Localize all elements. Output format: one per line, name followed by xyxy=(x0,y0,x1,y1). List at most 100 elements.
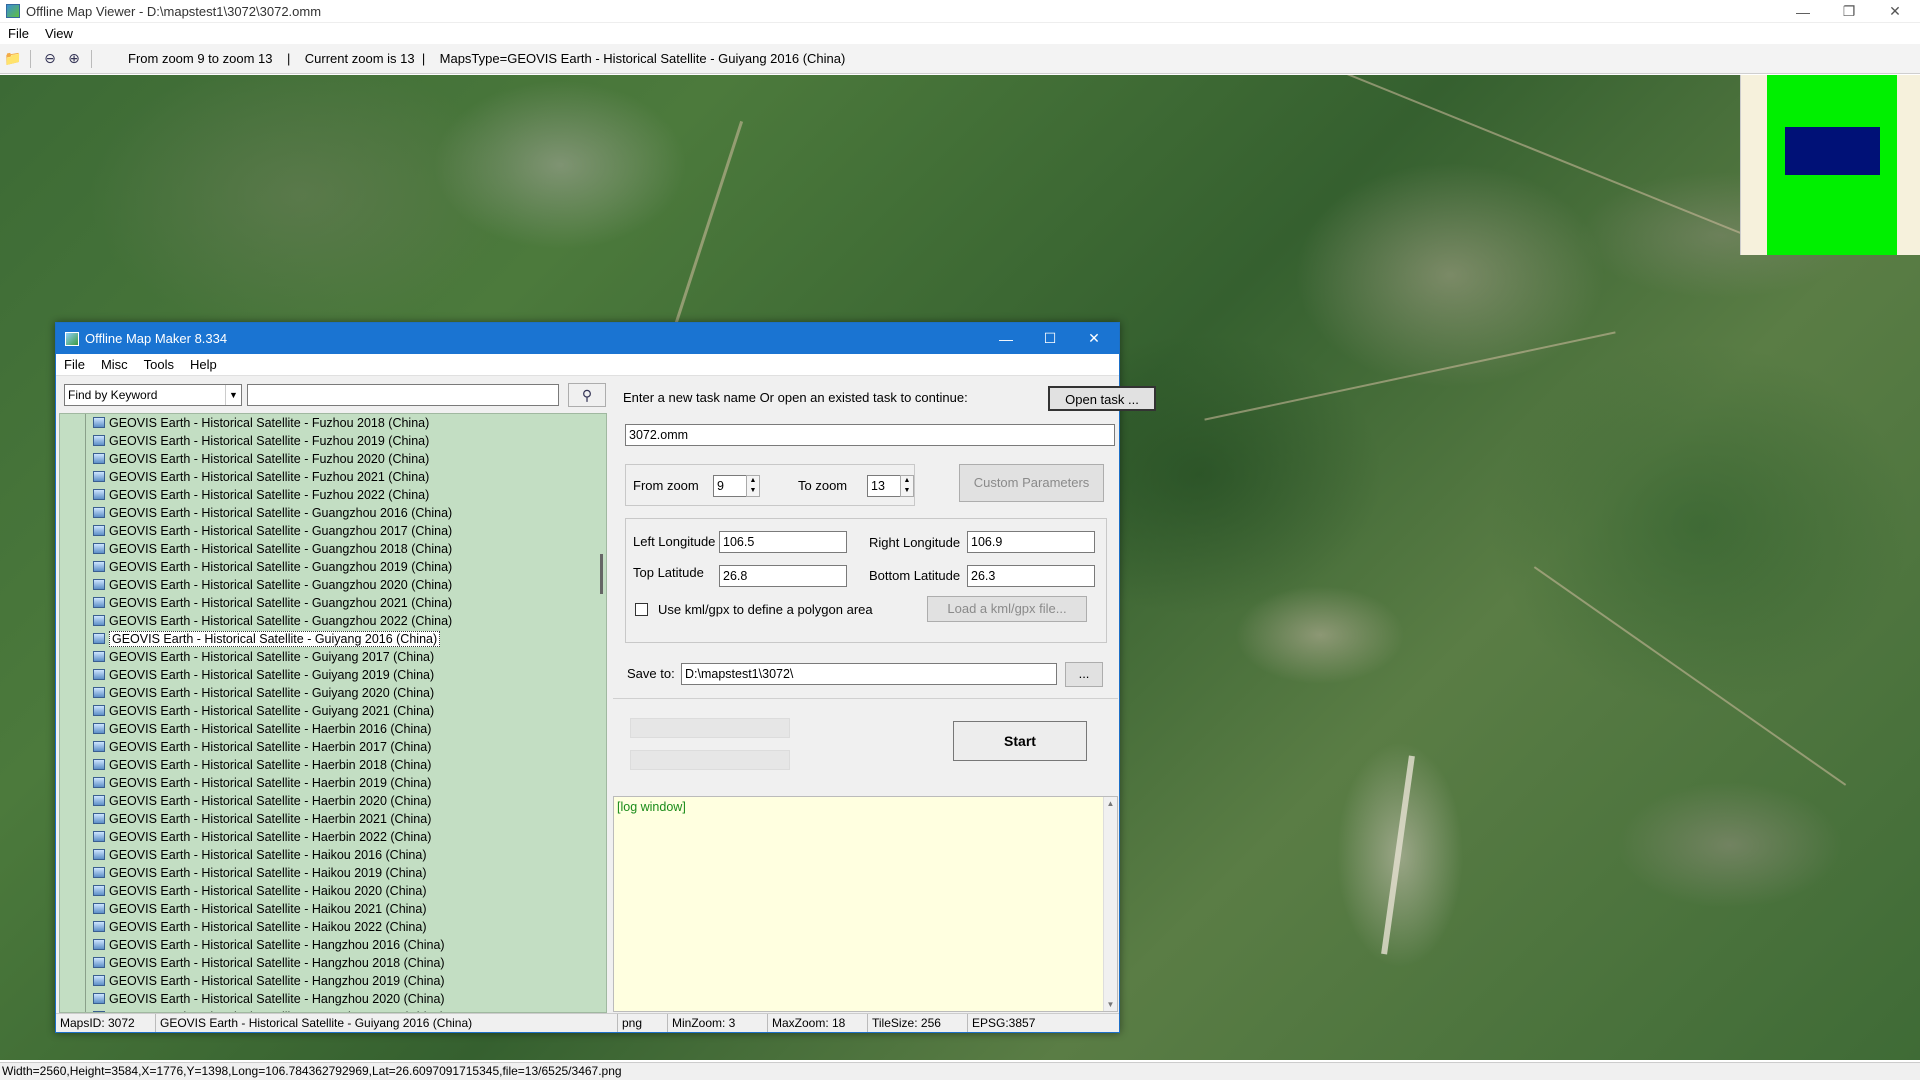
tree-item[interactable]: GEOVIS Earth - Historical Satellite - Ha… xyxy=(60,882,606,900)
tree-item[interactable]: GEOVIS Earth - Historical Satellite - Ha… xyxy=(60,864,606,882)
left-longitude-field[interactable]: 106.5 xyxy=(719,531,847,553)
dialog-close-icon[interactable]: ✕ xyxy=(1072,323,1116,354)
tree-item[interactable]: GEOVIS Earth - Historical Satellite - Ha… xyxy=(60,810,606,828)
browse-button[interactable]: ... xyxy=(1065,662,1103,687)
dialog-menu-misc[interactable]: Misc xyxy=(93,357,136,372)
tree-item[interactable]: GEOVIS Earth - Historical Satellite - Gu… xyxy=(60,522,606,540)
tree-item[interactable]: GEOVIS Earth - Historical Satellite - Gu… xyxy=(60,684,606,702)
open-task-button[interactable]: Open task ... xyxy=(1048,386,1156,411)
from-zoom-stepper[interactable]: ▲ ▼ xyxy=(746,475,760,497)
tree-item[interactable]: GEOVIS Earth - Historical Satellite - Ha… xyxy=(60,774,606,792)
tree-item[interactable]: GEOVIS Earth - Historical Satellite - Fu… xyxy=(60,414,606,432)
tree-item[interactable]: GEOVIS Earth - Historical Satellite - Gu… xyxy=(60,558,606,576)
dialog-menu-help[interactable]: Help xyxy=(182,357,225,372)
tree-guide-line xyxy=(85,540,86,558)
tree-item-label: GEOVIS Earth - Historical Satellite - Ha… xyxy=(109,974,445,988)
to-zoom-field[interactable]: 13 xyxy=(867,475,901,497)
search-icon[interactable]: ⚲ xyxy=(568,383,606,407)
tree-guide-line xyxy=(85,738,86,756)
tree-item[interactable]: GEOVIS Earth - Historical Satellite - Gu… xyxy=(60,504,606,522)
map-layer-icon xyxy=(93,741,105,752)
chevron-down-icon[interactable]: ▼ xyxy=(225,385,241,405)
status-epsg: EPSG:3857 xyxy=(972,1016,1036,1030)
tree-item[interactable]: GEOVIS Earth - Historical Satellite - Ha… xyxy=(60,846,606,864)
tree-item[interactable]: GEOVIS Earth - Historical Satellite - Ha… xyxy=(60,900,606,918)
tree-item[interactable]: GEOVIS Earth - Historical Satellite - Ha… xyxy=(60,972,606,990)
start-button[interactable]: Start xyxy=(953,721,1087,761)
tree-item[interactable]: GEOVIS Earth - Historical Satellite - Gu… xyxy=(60,702,606,720)
dialog-menu-file[interactable]: File xyxy=(56,357,93,372)
menu-file[interactable]: File xyxy=(0,26,37,41)
kml-checkbox[interactable] xyxy=(635,603,648,616)
tree-item-label: GEOVIS Earth - Historical Satellite - Gu… xyxy=(109,506,453,520)
tree-item[interactable]: GEOVIS Earth - Historical Satellite - Gu… xyxy=(60,612,606,630)
tree-item[interactable]: GEOVIS Earth - Historical Satellite - Gu… xyxy=(60,576,606,594)
dialog-minimize-icon[interactable]: — xyxy=(984,323,1028,354)
tree-guide-line xyxy=(85,882,86,900)
open-folder-icon[interactable]: 📁 xyxy=(2,48,24,70)
map-type-tree[interactable]: GEOVIS Earth - Historical Satellite - Fu… xyxy=(59,413,607,1013)
save-path-field[interactable]: D:\mapstest1\3072\ xyxy=(681,663,1057,685)
progress-bar-1 xyxy=(630,718,790,738)
right-longitude-field[interactable]: 106.9 xyxy=(967,531,1095,553)
tree-item[interactable]: GEOVIS Earth - Historical Satellite - Ha… xyxy=(60,792,606,810)
log-scrollbar[interactable]: ▲ ▼ xyxy=(1103,797,1117,1011)
tree-item[interactable]: GEOVIS Earth - Historical Satellite - Gu… xyxy=(60,666,606,684)
tree-item[interactable]: GEOVIS Earth - Historical Satellite - Ha… xyxy=(60,918,606,936)
map-layer-icon xyxy=(93,561,105,572)
tree-scroll-thumb[interactable] xyxy=(600,554,603,594)
from-zoom-field[interactable]: 9 xyxy=(713,475,747,497)
bottom-latitude-field[interactable]: 26.3 xyxy=(967,565,1095,587)
tree-item[interactable]: GEOVIS Earth - Historical Satellite - Gu… xyxy=(60,594,606,612)
dialog-menubar: File Misc Tools Help xyxy=(56,354,1119,376)
top-latitude-field[interactable]: 26.8 xyxy=(719,565,847,587)
to-zoom-stepper[interactable]: ▲ ▼ xyxy=(900,475,914,497)
search-mode-value: Find by Keyword xyxy=(68,388,158,402)
tree-item[interactable]: GEOVIS Earth - Historical Satellite - Fu… xyxy=(60,432,606,450)
map-layer-icon xyxy=(93,921,105,932)
to-zoom-label: To zoom xyxy=(798,478,848,493)
search-mode-select[interactable]: Find by Keyword ▼ xyxy=(64,384,242,406)
status-tile-size: TileSize: 256 xyxy=(868,1014,968,1032)
tree-item[interactable]: GEOVIS Earth - Historical Satellite - Ha… xyxy=(60,720,606,738)
dialog-menu-tools[interactable]: Tools xyxy=(136,357,182,372)
tree-item[interactable]: GEOVIS Earth - Historical Satellite - Gu… xyxy=(60,630,606,648)
close-icon[interactable]: ✕ xyxy=(1872,0,1918,23)
dialog-maximize-icon[interactable]: ☐ xyxy=(1028,323,1072,354)
tree-guide-line xyxy=(85,432,86,450)
menu-view[interactable]: View xyxy=(37,26,81,41)
zoom-in-icon[interactable]: ⊕ xyxy=(63,48,85,70)
tree-guide-line xyxy=(85,828,86,846)
tree-item[interactable]: GEOVIS Earth - Historical Satellite - Ha… xyxy=(60,828,606,846)
task-name-field[interactable]: 3072.omm xyxy=(625,424,1115,446)
minimize-icon[interactable]: — xyxy=(1780,0,1826,23)
tree-item-label: GEOVIS Earth - Historical Satellite - Gu… xyxy=(109,668,435,682)
load-kml-button[interactable]: Load a kml/gpx file... xyxy=(927,596,1087,622)
tree-item[interactable]: GEOVIS Earth - Historical Satellite - Ha… xyxy=(60,936,606,954)
overview-viewport[interactable] xyxy=(1785,127,1880,175)
tree-item[interactable]: GEOVIS Earth - Historical Satellite - Fu… xyxy=(60,468,606,486)
tree-item[interactable]: GEOVIS Earth - Historical Satellite - Fu… xyxy=(60,486,606,504)
search-input[interactable] xyxy=(247,384,559,406)
map-layer-icon xyxy=(93,651,105,662)
log-window[interactable]: [log window] ▲ ▼ xyxy=(613,796,1118,1012)
tree-item[interactable]: GEOVIS Earth - Historical Satellite - Ha… xyxy=(60,756,606,774)
tree-item-label: GEOVIS Earth - Historical Satellite - Gu… xyxy=(109,560,453,574)
tree-item[interactable]: GEOVIS Earth - Historical Satellite - Gu… xyxy=(60,540,606,558)
restore-icon[interactable]: ❐ xyxy=(1826,0,1872,23)
zoom-out-icon[interactable]: ⊖ xyxy=(39,48,61,70)
tree-item[interactable]: GEOVIS Earth - Historical Satellite - Gu… xyxy=(60,648,606,666)
map-layer-icon xyxy=(93,453,105,464)
tree-scrollbar[interactable] xyxy=(592,414,606,1012)
tree-item[interactable]: GEOVIS Earth - Historical Satellite - Fu… xyxy=(60,450,606,468)
zoom-info: From zoom 9 to zoom 13 | Current zoom is… xyxy=(128,51,846,66)
map-layer-icon xyxy=(93,669,105,680)
divider xyxy=(613,698,1118,699)
tree-item[interactable]: GEOVIS Earth - Historical Satellite - Ha… xyxy=(60,990,606,1008)
tree-item-label: GEOVIS Earth - Historical Satellite - Ha… xyxy=(109,830,432,844)
tree-item[interactable]: GEOVIS Earth - Historical Satellite - Ha… xyxy=(60,954,606,972)
overview-minimap[interactable] xyxy=(1740,75,1920,255)
custom-parameters-button[interactable]: Custom Parameters xyxy=(959,464,1104,502)
tree-item[interactable]: GEOVIS Earth - Historical Satellite - Ha… xyxy=(60,738,606,756)
map-layer-icon xyxy=(93,543,105,554)
